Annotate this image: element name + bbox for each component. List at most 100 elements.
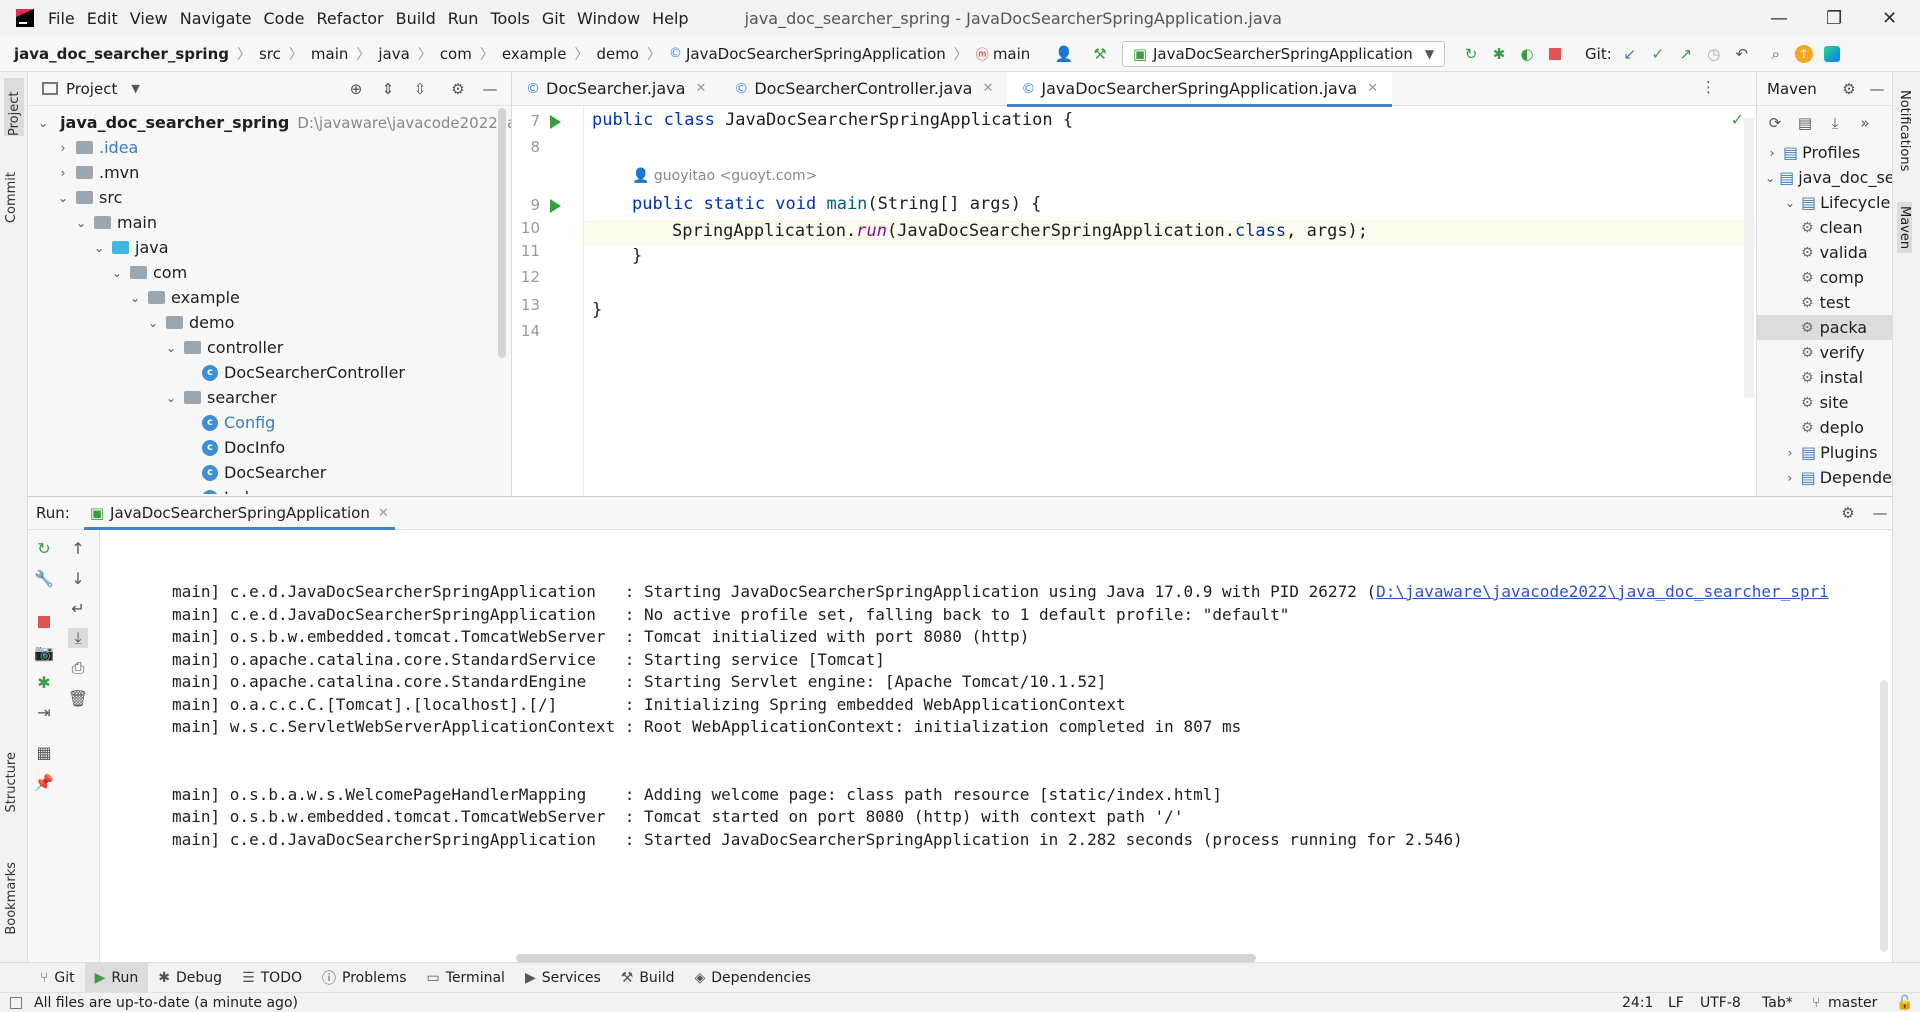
breadcrumb-item[interactable]: JavaDocSearcherSpringApplication: [686, 45, 946, 63]
settings-gear-icon[interactable]: ⚙: [448, 79, 468, 99]
tree-item[interactable]: ⌄ controller: [28, 335, 511, 360]
breadcrumb-item[interactable]: com: [440, 45, 472, 63]
project-scrollbar[interactable]: [498, 108, 506, 358]
lock-icon[interactable]: 🔓: [1896, 995, 1913, 1011]
notifications-stripe-button[interactable]: Notifications: [1897, 90, 1912, 171]
close-tab-icon[interactable]: ✕: [1367, 81, 1378, 96]
download-icon[interactable]: ⤓: [1825, 113, 1845, 133]
tree-item[interactable]: ⌄ com: [28, 260, 511, 285]
project-title[interactable]: Project: [66, 80, 117, 98]
menu-file[interactable]: File: [48, 9, 75, 28]
toolwindow-problems[interactable]: ⓘ Problems: [312, 963, 417, 993]
tree-item[interactable]: ⌄ src: [28, 185, 511, 210]
author-inlay-hint[interactable]: 👤 guoyitao <guoyt.com>: [632, 168, 817, 184]
more-tabs-icon[interactable]: ⋮: [1701, 78, 1716, 96]
modify-config-wrench-icon[interactable]: 🔧: [34, 568, 54, 588]
run-tab[interactable]: ▣ JavaDocSearcherSpringApplication ✕: [83, 496, 395, 530]
arrow-up-icon[interactable]: ↑: [68, 538, 88, 558]
editor-tab[interactable]: © JavaDocSearcherSpringApplication.java ✕: [1007, 71, 1393, 107]
maven-tree-item[interactable]: ⚙ site: [1757, 390, 1892, 415]
maven-tree-item[interactable]: ⚙ clean: [1757, 215, 1892, 240]
toolwindow-build[interactable]: ⚒ Build: [611, 963, 685, 993]
maven-tree-item[interactable]: › ▤ Profiles: [1757, 140, 1892, 165]
git-push-icon[interactable]: ↗: [1676, 44, 1696, 64]
menu-edit[interactable]: Edit: [87, 9, 118, 28]
clear-trash-icon[interactable]: 🗑: [68, 688, 88, 708]
maven-tree-item[interactable]: ⚙ comp: [1757, 265, 1892, 290]
locate-icon[interactable]: ⊕: [346, 79, 366, 99]
breadcrumb-item[interactable]: example: [502, 45, 567, 63]
breadcrumb-item[interactable]: java: [378, 45, 409, 63]
maven-tree-item[interactable]: ⚙ test: [1757, 290, 1892, 315]
menu-window[interactable]: Window: [577, 9, 640, 28]
search-icon[interactable]: ⌕: [1766, 44, 1786, 64]
tree-item[interactable]: c DocInfo: [28, 435, 511, 460]
file-encoding[interactable]: UTF-8: [1700, 995, 1741, 1011]
breadcrumb-item[interactable]: main: [993, 45, 1030, 63]
editor-scrollbar[interactable]: [1744, 118, 1754, 398]
run-configuration-select[interactable]: ▣ JavaDocSearcherSpringApplication ▼: [1122, 41, 1446, 67]
chevron-down-icon[interactable]: ▼: [131, 82, 139, 95]
tree-item[interactable]: c Index: [28, 485, 511, 494]
maven-tree-item[interactable]: ⚙ packa: [1757, 315, 1892, 340]
close-tab-icon[interactable]: ✕: [378, 506, 389, 521]
maven-tree-item[interactable]: ⌄ ▤ java_doc_se: [1757, 165, 1892, 190]
rerun-icon[interactable]: ↻: [34, 538, 54, 558]
settings-gear-icon[interactable]: ⚙: [1838, 503, 1858, 523]
toolwindow-todo[interactable]: ☰ TODO: [232, 963, 312, 993]
hide-panel-icon[interactable]: —: [480, 79, 500, 99]
collapse-all-icon[interactable]: ⇳: [410, 79, 430, 99]
project-root-row[interactable]: ⌄ java_doc_searcher_spring D:\javaware\j…: [28, 110, 511, 135]
stop-icon[interactable]: [34, 612, 54, 632]
menu-run[interactable]: Run: [448, 9, 479, 28]
line-separator[interactable]: LF: [1668, 995, 1684, 1011]
maximize-icon[interactable]: ❐: [1826, 8, 1842, 29]
editor-tab[interactable]: © DocSearcher.java ✕: [512, 72, 720, 106]
close-tab-icon[interactable]: ✕: [695, 81, 706, 96]
expand-all-icon[interactable]: ⇕: [378, 79, 398, 99]
jetbrains-toolbox-icon[interactable]: [1822, 44, 1842, 64]
pin-icon[interactable]: 📌: [34, 772, 54, 792]
menu-code[interactable]: Code: [264, 9, 305, 28]
toolwindow-services[interactable]: ▶ Services: [515, 963, 611, 993]
soft-wrap-icon[interactable]: ↵: [68, 598, 88, 618]
maven-tree-item[interactable]: › ▤ Depende: [1757, 465, 1892, 490]
arrow-down-icon[interactable]: ↓: [68, 568, 88, 588]
maven-tree-item[interactable]: ⚙ verify: [1757, 340, 1892, 365]
hide-panel-icon[interactable]: —: [1870, 503, 1890, 523]
breadcrumb-item[interactable]: java_doc_searcher_spring: [14, 45, 229, 63]
toolwindow-debug[interactable]: ✱ Debug: [148, 963, 232, 993]
no-problems-check-icon[interactable]: ✓: [1731, 110, 1744, 129]
scroll-to-end-icon[interactable]: ⤓: [68, 628, 88, 648]
menu-help[interactable]: Help: [652, 9, 688, 28]
git-commit-icon[interactable]: ✓: [1648, 44, 1668, 64]
breadcrumb-item[interactable]: main: [311, 45, 348, 63]
close-tab-icon[interactable]: ✕: [982, 81, 993, 96]
tree-item[interactable]: › .mvn: [28, 160, 511, 185]
maven-tree-item[interactable]: ⚙ valida: [1757, 240, 1892, 265]
stop-icon[interactable]: [1545, 44, 1565, 64]
editor-tab[interactable]: © DocSearcherController.java ✕: [720, 72, 1007, 106]
caret-position[interactable]: 24:1: [1622, 995, 1653, 1011]
maven-tree-item[interactable]: › ▤ Plugins: [1757, 440, 1892, 465]
build-hammer-icon[interactable]: ⚒: [1090, 44, 1110, 64]
rerun-icon[interactable]: ↻: [1461, 44, 1481, 64]
exit-icon[interactable]: ⇥: [34, 702, 54, 722]
updates-icon[interactable]: ↑: [1794, 44, 1814, 64]
tree-item[interactable]: c Config: [28, 410, 511, 435]
tree-item[interactable]: c DocSearcherController: [28, 360, 511, 385]
git-branch[interactable]: master: [1828, 995, 1877, 1011]
toolwindow-terminal[interactable]: ▭ Terminal: [417, 963, 515, 993]
tree-item[interactable]: ⌄ java: [28, 235, 511, 260]
maven-tree-item[interactable]: ⚙ instal: [1757, 365, 1892, 390]
print-icon[interactable]: ⎙: [68, 658, 88, 678]
tree-item[interactable]: › .idea: [28, 135, 511, 160]
hide-panel-icon[interactable]: —: [1867, 79, 1887, 99]
maven-tree-item[interactable]: ⌄ ▤ Lifecycle: [1757, 190, 1892, 215]
toolwindow-dependencies[interactable]: ◈ Dependencies: [684, 963, 820, 993]
git-rollback-icon[interactable]: ↶: [1732, 44, 1752, 64]
menu-navigate[interactable]: Navigate: [180, 9, 252, 28]
more-actions-icon[interactable]: »: [1855, 113, 1875, 133]
tree-item[interactable]: ⌄ searcher: [28, 385, 511, 410]
status-message[interactable]: All files are up-to-date (a minute ago): [34, 995, 298, 1011]
